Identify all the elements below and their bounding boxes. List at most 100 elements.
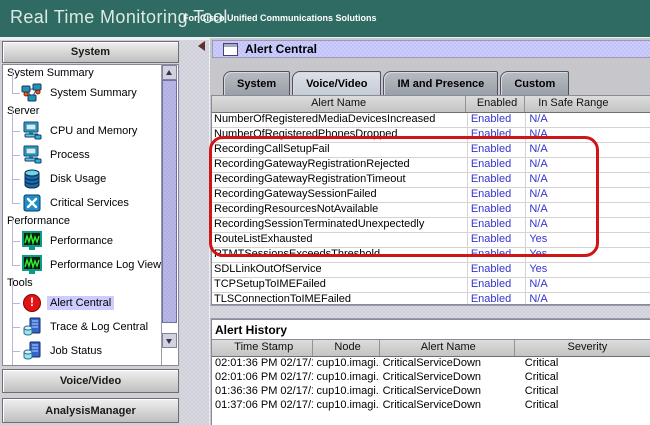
collapse-left-icon[interactable] — [198, 41, 205, 51]
history-table-rows: 02:01:36 PM 02/17/16cup10.imagi...Critic… — [212, 357, 650, 425]
section-button-analysismanager[interactable]: AnalysisManager — [2, 398, 179, 423]
sidebar-item-trace-log-central[interactable]: Trace & Log Central — [3, 315, 162, 339]
enabled-cell: Enabled — [468, 278, 527, 293]
horizontal-splitter[interactable] — [210, 305, 650, 319]
alert-table-rows: NumberOfRegisteredMediaDevicesIncreasedE… — [212, 113, 650, 305]
alert-row[interactable]: SDLLinkOutOfServiceEnabledYes — [212, 263, 650, 278]
vertical-splitter[interactable] — [180, 40, 209, 425]
alert-row[interactable]: TCPSetupToIMEFailedEnabledN/A — [212, 278, 650, 293]
history-row[interactable]: 01:37:06 PM 02/17/16cup10.imagi...Critic… — [212, 399, 650, 413]
history-row[interactable]: 02:01:36 PM 02/17/16cup10.imagi...Critic… — [212, 357, 650, 371]
alert-row[interactable]: RTMTSessionsExceedsThresholdEnabledYes — [212, 248, 650, 263]
sidebar-item-label: Performance — [47, 234, 116, 248]
alert-name-cell: SDLLinkOutOfService — [212, 263, 468, 278]
tab-voice-video[interactable]: Voice/Video — [292, 71, 381, 95]
enabled-cell: Enabled — [468, 248, 527, 263]
alert-name-cell: CriticalServiceDown — [380, 371, 515, 385]
alert-name-cell: RecordingGatewaySessionFailed — [212, 188, 468, 203]
network-icon — [21, 83, 43, 103]
sidebar-item-critical-services[interactable]: Critical Services — [3, 191, 162, 215]
enabled-cell: Enabled — [468, 218, 527, 233]
node-cell: cup10.imagi... — [313, 399, 379, 413]
history-column-header-time-stamp[interactable]: Time Stamp — [212, 340, 313, 356]
scrollbar-thumb[interactable] — [162, 80, 177, 323]
timestamp-cell: 02:01:36 PM 02/17/16 — [212, 357, 313, 371]
column-header-alert-name[interactable]: Alert Name — [212, 96, 466, 112]
alert-row[interactable]: TLSConnectionToIMEFailedEnabledN/A — [212, 293, 650, 305]
sidebar-item-label: Alert Central — [47, 296, 114, 310]
sidebar-item-label: Performance Log Viewer — [47, 258, 162, 272]
column-header-in-safe-range[interactable]: In Safe Range — [525, 96, 650, 112]
node-cell: cup10.imagi... — [313, 385, 379, 399]
in-safe-range-cell: N/A — [526, 113, 650, 128]
alert-name-cell: RecordingGatewayRegistrationTimeout — [212, 173, 468, 188]
timestamp-cell: 02:01:06 PM 02/17/16 — [212, 371, 313, 385]
history-column-header-node[interactable]: Node — [313, 340, 379, 356]
services-icon — [21, 193, 43, 213]
tree-root-tools[interactable]: Tools — [3, 277, 162, 291]
alert-row[interactable]: RecordingCallSetupFailEnabledN/A — [212, 143, 650, 158]
app-subtitle: For Cisco Unified Communications Solutio… — [183, 13, 377, 23]
alert-name-cell: RecordingResourcesNotAvailable — [212, 203, 468, 218]
in-safe-range-cell: N/A — [526, 173, 650, 188]
column-header-enabled[interactable]: Enabled — [466, 96, 525, 112]
sidebar-item-item[interactable] — [3, 363, 162, 365]
tab-bar: SystemVoice/VideoIM and PresenceCustom — [223, 71, 569, 95]
alert-row[interactable]: RecordingGatewayRegistrationTimeoutEnabl… — [212, 173, 650, 188]
alert-row[interactable]: RecordingSessionTerminatedUnexpectedlyEn… — [212, 218, 650, 233]
alert-row[interactable]: RecordingResourcesNotAvailableEnabledN/A — [212, 203, 650, 218]
alert-row[interactable]: RecordingGatewaySessionFailedEnabledN/A — [212, 188, 650, 203]
alert-name-cell: CriticalServiceDown — [380, 357, 515, 371]
sidebar-item-system-summary[interactable]: System Summary — [3, 81, 162, 105]
tree-root-system-summary[interactable]: System Summary — [3, 67, 162, 81]
history-row[interactable]: 01:36:36 PM 02/17/16cup10.imagi...Critic… — [212, 385, 650, 399]
panel-titlebar: Alert Central — [212, 40, 650, 58]
alert-name-cell: NumberOfRegisteredPhonesDropped — [212, 128, 468, 143]
history-row[interactable]: 02:01:06 PM 02/17/16cup10.imagi...Critic… — [212, 371, 650, 385]
timestamp-cell: 01:36:36 PM 02/17/16 — [212, 385, 313, 399]
tab-system[interactable]: System — [223, 71, 290, 95]
enabled-cell: Enabled — [468, 203, 527, 218]
enabled-cell: Enabled — [468, 143, 527, 158]
sidebar-item-label: System Summary — [47, 86, 140, 100]
severity-cell: Critical — [515, 385, 650, 399]
alert-name-cell: CriticalServiceDown — [380, 385, 515, 399]
main-panel: Alert Central SystemVoice/VideoIM and Pr… — [209, 38, 650, 425]
alert-row[interactable]: RecordingGatewayRegistrationRejectedEnab… — [212, 158, 650, 173]
node-cell: cup10.imagi... — [313, 357, 379, 371]
alert-row[interactable]: NumberOfRegisteredPhonesDroppedEnabledN/… — [212, 128, 650, 143]
section-button-voice-video[interactable]: Voice/Video — [2, 369, 179, 393]
app-header: Real Time Monitoring Tool For Cisco Unif… — [0, 0, 650, 37]
in-safe-range-cell: N/A — [526, 278, 650, 293]
section-button-system[interactable]: System — [2, 41, 179, 63]
enabled-cell: Enabled — [468, 128, 527, 143]
tab-custom[interactable]: Custom — [500, 71, 569, 95]
alert-row[interactable]: NumberOfRegisteredMediaDevicesIncreasedE… — [212, 113, 650, 128]
tab-im-and-presence[interactable]: IM and Presence — [383, 71, 498, 95]
scroll-up-icon[interactable] — [162, 65, 177, 80]
alert-row[interactable]: RouteListExhaustedEnabledYes — [212, 233, 650, 248]
alert-table-header: Alert NameEnabledIn Safe Range — [212, 96, 650, 113]
tree-scrollbar[interactable] — [161, 65, 178, 365]
node-cell: cup10.imagi... — [313, 371, 379, 385]
history-column-header-severity[interactable]: Severity — [515, 340, 650, 356]
enabled-cell: Enabled — [468, 188, 527, 203]
alert-history-title: Alert History — [215, 323, 287, 337]
severity-cell: Critical — [515, 357, 650, 371]
sidebar-item-performance[interactable]: Performance — [3, 229, 162, 253]
history-table-header: Time StampNodeAlert NameSeverity — [212, 339, 650, 357]
performance-icon — [21, 255, 43, 275]
scroll-down-icon[interactable] — [162, 333, 177, 348]
navigation-tree: System Summary System Summary ServerCPU an… — [3, 65, 162, 365]
enabled-cell: Enabled — [468, 263, 527, 278]
in-safe-range-cell: N/A — [526, 188, 650, 203]
sidebar-item-performance-log-viewer[interactable]: Performance Log Viewer — [3, 253, 162, 277]
tree-root-performance[interactable]: Performance — [3, 215, 162, 229]
sidebar-item-disk-usage[interactable]: Disk Usage — [3, 167, 162, 191]
sidebar-item-process[interactable]: Process — [3, 143, 162, 167]
history-column-header-alert-name[interactable]: Alert Name — [380, 340, 515, 356]
sidebar-item-cpu-and-memory[interactable]: CPU and Memory — [3, 119, 162, 143]
sidebar-item-job-status[interactable]: Job Status — [3, 339, 162, 363]
sidebar-item-alert-central[interactable]: !Alert Central — [3, 291, 162, 315]
tree-root-server[interactable]: Server — [3, 105, 162, 119]
